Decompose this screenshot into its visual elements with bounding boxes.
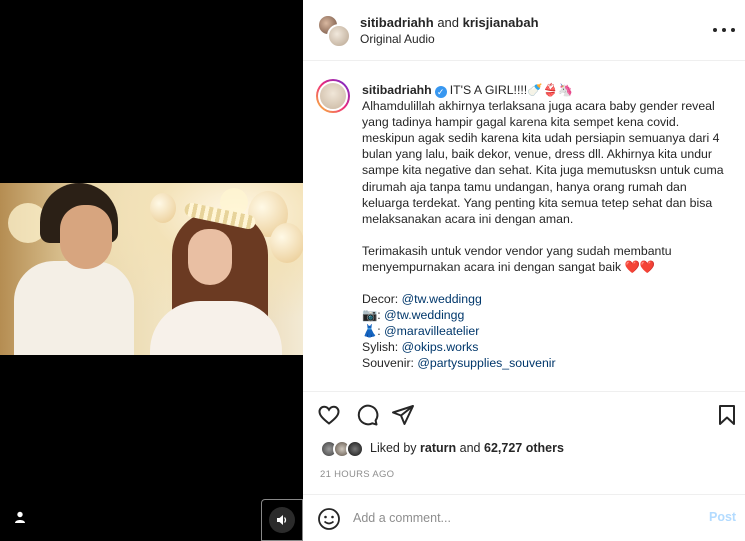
mention-link[interactable]: @tw.weddingg xyxy=(384,308,464,322)
collab-names: sitibadriahh and krisjianabah xyxy=(360,15,539,31)
comment-input[interactable] xyxy=(353,508,683,528)
mention-link[interactable]: @okips.works xyxy=(402,340,479,354)
mention-link[interactable]: @tw.weddingg xyxy=(402,292,482,306)
speaker-icon xyxy=(269,507,295,533)
likes-count-link[interactable]: 62,727 others xyxy=(484,441,564,455)
post-header: sitibadriahh and krisjianabah Original A… xyxy=(303,0,745,61)
heart-emojis: ❤️❤️ xyxy=(624,259,656,274)
caption-title: IT'S A GIRL!!!! xyxy=(449,83,528,97)
divider xyxy=(303,391,745,392)
verified-badge-icon: ✓ xyxy=(434,86,447,98)
post-media[interactable] xyxy=(0,0,303,541)
post-timestamp[interactable]: 21 HOURS AGO xyxy=(320,469,394,480)
mention-link[interactable]: @partysupplies_souvenir xyxy=(417,356,555,370)
username-link[interactable]: krisjianabah xyxy=(463,15,539,30)
avatar[interactable] xyxy=(316,79,350,113)
credit-line: Souvenir: @partysupplies_souvenir xyxy=(362,356,556,371)
heart-icon[interactable] xyxy=(317,403,341,427)
post-caption: sitibadriahh ✓ IT'S A GIRL!!!!🍼👙🦄 Alhamdul… xyxy=(362,82,734,372)
credit-line: 📷: @tw.weddingg xyxy=(362,308,465,323)
audio-toggle-button[interactable] xyxy=(261,499,303,541)
username-link[interactable]: sitibadriahh xyxy=(362,83,432,97)
username-link[interactable]: sitibadriahh xyxy=(360,15,434,30)
mention-link[interactable]: @maravilleatelier xyxy=(384,324,479,338)
post-panel: sitibadriahh and krisjianabah Original A… xyxy=(303,0,745,541)
caption-title-emojis: 🍼👙🦄 xyxy=(527,83,574,97)
avatar[interactable] xyxy=(327,24,351,48)
bookmark-icon[interactable] xyxy=(715,403,739,427)
divider xyxy=(303,494,745,495)
joiner-text: and xyxy=(437,15,460,30)
credit-line: 👗: @maravilleatelier xyxy=(362,324,480,339)
liker-username-link[interactable]: raturn xyxy=(420,441,456,455)
caption-body: Alhamdulillah akhirnya terlaksana juga a… xyxy=(362,99,724,226)
comment-icon[interactable] xyxy=(355,403,379,427)
user-tag-icon[interactable] xyxy=(13,510,27,524)
post-photo[interactable] xyxy=(0,183,303,355)
likes-summary: Liked by raturn and 62,727 others xyxy=(370,441,564,455)
liker-avatars[interactable] xyxy=(320,440,368,460)
post-comment-button[interactable]: Post xyxy=(709,510,736,524)
credit-line: Sylish: @okips.works xyxy=(362,340,479,355)
collab-avatars[interactable] xyxy=(317,14,351,48)
credit-line: Decor: @tw.weddingg xyxy=(362,292,482,307)
emoji-icon[interactable] xyxy=(317,507,341,531)
audio-link[interactable]: Original Audio xyxy=(360,32,435,46)
action-bar xyxy=(317,403,737,427)
more-dots-icon[interactable] xyxy=(713,22,735,38)
share-icon[interactable] xyxy=(391,403,415,427)
